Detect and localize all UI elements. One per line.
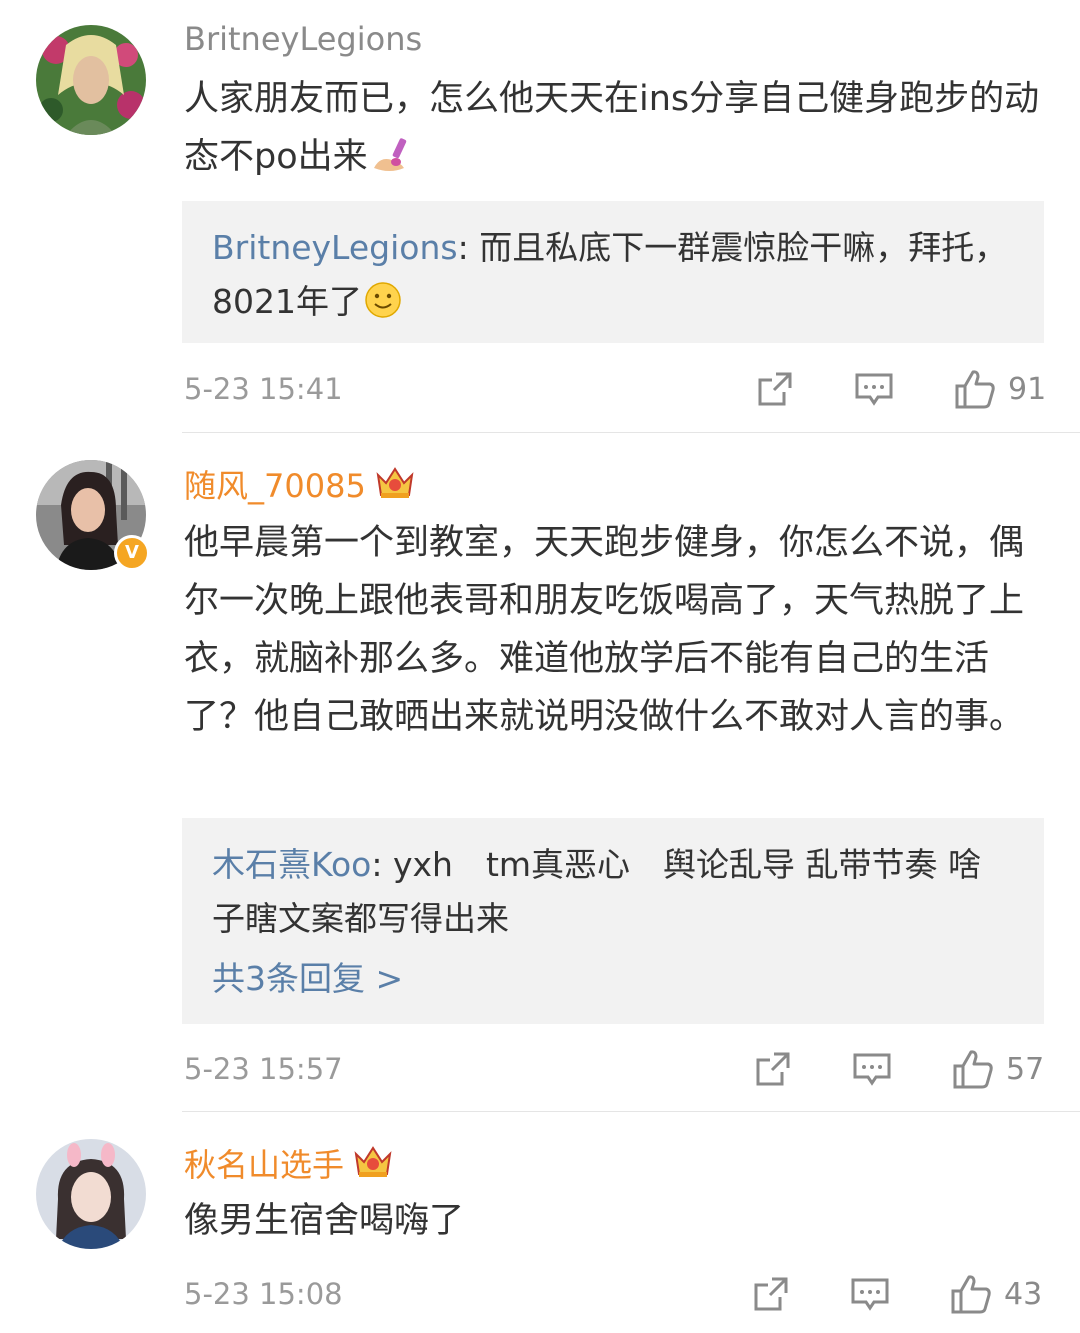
like-button[interactable]: 91: [954, 364, 1046, 414]
like-button[interactable]: 43: [950, 1269, 1042, 1319]
like-count: 57: [1006, 1051, 1045, 1087]
thumbs-up-icon: [953, 1050, 993, 1089]
timestamp: 5-23 15:41: [184, 372, 343, 406]
avatar[interactable]: [36, 1139, 146, 1249]
reply-username[interactable]: BritneyLegions: [212, 228, 458, 267]
username-text: 秋名山选手: [184, 1146, 345, 1184]
share-icon: [754, 1277, 788, 1311]
like-count: 43: [1004, 1276, 1043, 1312]
like-count: 91: [1008, 371, 1047, 407]
share-button[interactable]: [754, 1044, 792, 1094]
share-icon: [758, 372, 792, 406]
comment-meta: 5-23 15:41 91: [184, 364, 1046, 414]
comment-button[interactable]: [852, 1044, 892, 1094]
comment-text: 人家朋友而已，怎么他天天在ins分享自己健身跑步的动态不po出来: [184, 70, 1046, 192]
username[interactable]: BritneyLegions: [184, 18, 422, 60]
comment-icon: [855, 373, 893, 406]
thumbs-up-icon: [951, 1275, 991, 1314]
nail-polish-emoji: [370, 134, 414, 192]
verified-badge: V: [114, 535, 150, 571]
smile-emoji: [364, 281, 402, 335]
username[interactable]: 随风_70085: [184, 463, 416, 511]
comment-item: V 随风_70085 他早晨第一个到教室，天天跑步健身，你怎么不说，偶尔一次晚上…: [0, 434, 1080, 1112]
comment-item: 秋名山选手 像男生宿舍喝嗨了 5-23 15:08 43: [0, 1112, 1080, 1333]
username-text: 随风_70085: [184, 467, 366, 505]
divider: [182, 432, 1080, 433]
comment-text: 他早晨第一个到教室，天天跑步健身，你怎么不说，偶尔一次晚上跟他表哥和朋友吃饭喝高…: [184, 523, 1025, 737]
reply-box[interactable]: 木石熹Koo: yxh tm真恶心 舆论乱导 乱带节奏 啥子瞎文案都写得出来 共…: [182, 818, 1044, 1024]
crown-icon: [374, 463, 416, 511]
timestamp: 5-23 15:57: [184, 1052, 343, 1086]
thumbs-up-icon: [955, 370, 995, 409]
crown-icon: [352, 1142, 394, 1190]
comment-text: 像男生宿舍喝嗨了: [184, 1201, 465, 1241]
avatar[interactable]: [36, 25, 146, 135]
username[interactable]: 秋名山选手: [184, 1142, 394, 1190]
comment-icon: [853, 1053, 891, 1086]
comment-item: BritneyLegions 人家朋友而已，怎么他天天在ins分享自己健身跑步的…: [0, 0, 1080, 434]
share-button[interactable]: [756, 364, 794, 414]
timestamp: 5-23 15:08: [184, 1277, 343, 1311]
more-replies-link[interactable]: 共3条回复 >: [212, 952, 1014, 1006]
comment-icon: [851, 1278, 889, 1311]
comment-meta: 5-23 15:57 57: [184, 1044, 1044, 1094]
like-button[interactable]: 57: [952, 1044, 1044, 1094]
reply-username[interactable]: 木石熹Koo: [212, 845, 371, 884]
share-button[interactable]: [752, 1269, 790, 1319]
reply-box[interactable]: BritneyLegions: 而且私底下一群震惊脸干嘛，拜托，8021年了: [182, 201, 1044, 343]
comment-button[interactable]: [854, 364, 894, 414]
comment-button[interactable]: [850, 1269, 890, 1319]
comment-meta: 5-23 15:08 43: [184, 1269, 1044, 1319]
share-icon: [756, 1052, 790, 1086]
